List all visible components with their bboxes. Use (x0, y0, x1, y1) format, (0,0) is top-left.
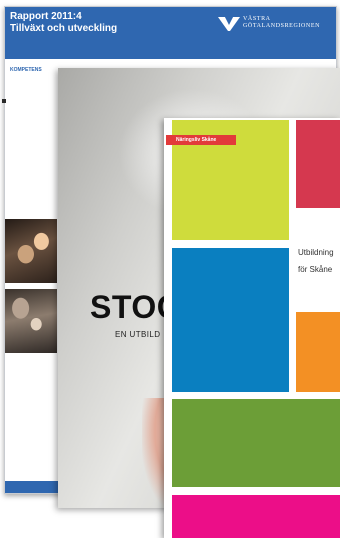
tile-red (296, 120, 340, 208)
report-photo-2 (5, 289, 57, 353)
vgr-name-line2: GÖTALANDSREGIONEN (243, 23, 321, 29)
skane-tag: Näringsliv Skåne (166, 135, 236, 145)
report-header: Rapport 2011:4 Tillväxt och utveckling V… (5, 7, 336, 59)
tile-green (172, 399, 340, 487)
report-title: Tillväxt och utveckling (10, 23, 118, 34)
report-marker (2, 99, 6, 103)
skane-text-line-1: Utbildning (298, 248, 334, 257)
skane-cover: Näringsliv Skåne Utbildning för Skåne (164, 118, 340, 538)
vgr-name: VÄSTRA GÖTALANDSREGIONEN (243, 16, 320, 30)
report-band-text: KOMPETENS (10, 67, 42, 73)
tile-pink (172, 495, 340, 538)
vgr-name-line1: VÄSTRA (243, 16, 271, 22)
report-number: Rapport 2011:4 (10, 11, 82, 22)
skane-text-line-2: för Skåne (298, 265, 333, 274)
tile-orange (296, 312, 340, 392)
report-photo-1 (5, 219, 57, 283)
vgr-logo-icon (218, 17, 240, 31)
stockholm-subtitle: EN UTBILD (115, 330, 161, 339)
tile-blue (172, 248, 289, 392)
